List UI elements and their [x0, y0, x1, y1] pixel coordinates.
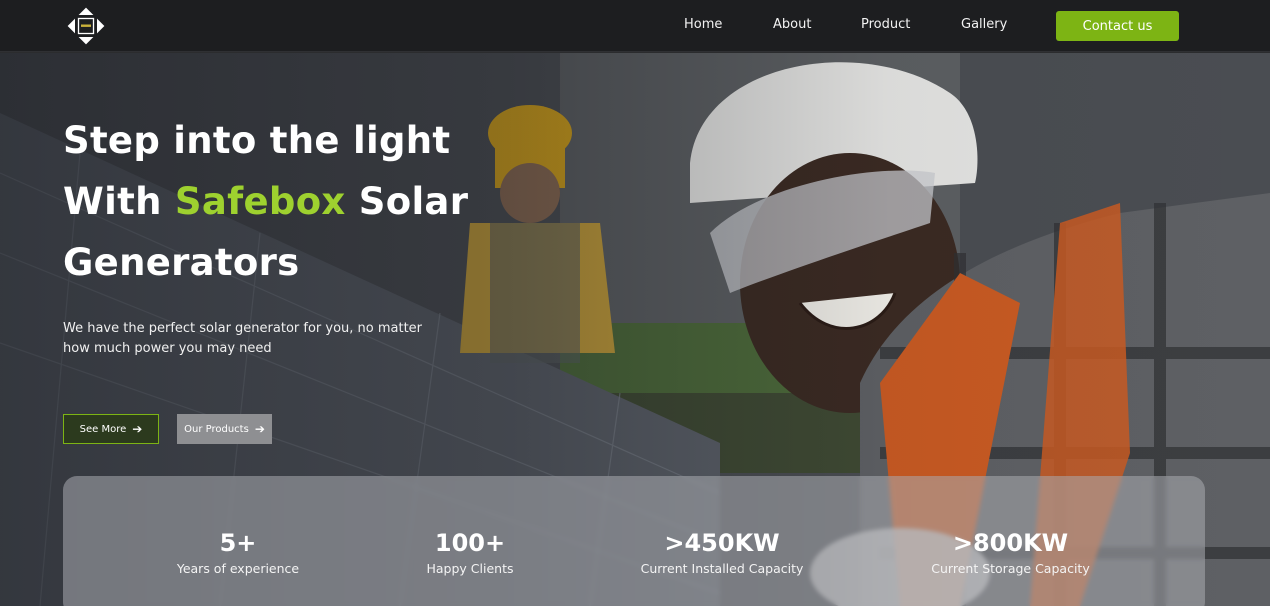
nav-product-link[interactable]: Product	[861, 17, 910, 32]
arrow-right-icon: ➔	[132, 422, 143, 436]
our-products-label: Our Products	[184, 423, 249, 435]
navbar: Home About Product Gallery Contact us	[0, 0, 1270, 52]
see-more-button[interactable]: See More ➔	[63, 414, 159, 444]
stat-label: Current Installed Capacity	[640, 561, 804, 576]
stat-label: Happy Clients	[426, 561, 514, 576]
stat-label: Current Storage Capacity	[931, 561, 1090, 576]
logo-icon[interactable]	[64, 4, 108, 48]
stat-value: 100+	[434, 529, 506, 557]
stat-value: 5+	[219, 529, 257, 557]
nav-gallery-link[interactable]: Gallery	[961, 17, 1007, 32]
stat-installed-capacity: >450KW Current Installed Capacity	[625, 528, 819, 576]
nav-about-link[interactable]: About	[773, 17, 811, 32]
see-more-label: See More	[79, 423, 127, 435]
headline-line-2: With Safebox Solar	[63, 171, 503, 232]
arrow-right-icon: ➔	[254, 422, 265, 436]
stat-clients: 100+ Happy Clients	[412, 528, 528, 576]
hero-subtext: We have the perfect solar generator for …	[63, 321, 423, 356]
headline-solar: Solar	[345, 180, 469, 223]
contact-us-button[interactable]: Contact us	[1056, 11, 1179, 41]
hero-headline: Step into the light With Safebox Solar G…	[63, 110, 503, 293]
headline-brand: Safebox	[174, 180, 346, 223]
stats-panel: 5+ Years of experience 100+ Happy Client…	[63, 476, 1205, 606]
headline-line-3: Generators	[63, 241, 300, 284]
stat-value: >800KW	[952, 529, 1069, 557]
stat-experience: 5+ Years of experience	[171, 528, 305, 576]
stat-storage-capacity: >800KW Current Storage Capacity	[912, 528, 1109, 576]
our-products-button[interactable]: Our Products ➔	[177, 414, 272, 444]
stat-value: >450KW	[664, 529, 780, 557]
headline-line-1: Step into the light	[63, 119, 451, 162]
stat-label: Years of experience	[176, 561, 300, 576]
nav-home-link[interactable]: Home	[684, 17, 722, 32]
headline-with: With	[63, 180, 175, 223]
